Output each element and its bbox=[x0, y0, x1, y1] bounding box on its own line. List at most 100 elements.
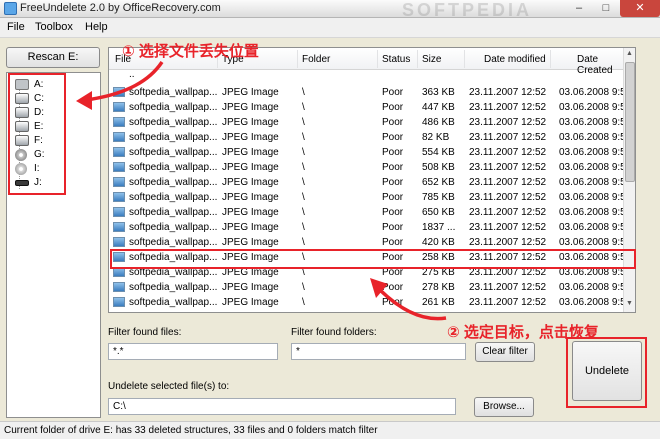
filter-files-input[interactable]: *.* bbox=[108, 343, 278, 360]
cell-folder: \ bbox=[302, 87, 305, 98]
browse-button[interactable]: Browse... bbox=[474, 397, 534, 417]
undelete-to-label: Undelete selected file(s) to: bbox=[108, 381, 230, 392]
undelete-button[interactable]: Undelete bbox=[572, 341, 642, 401]
cell-size: 652 KB bbox=[422, 177, 455, 188]
cell-name: softpedia_wallpap... bbox=[129, 132, 218, 143]
cell-type: JPEG Image bbox=[222, 297, 279, 308]
table-row[interactable]: softpedia_wallpap... JPEG Image \ Poor 261 K… bbox=[109, 296, 631, 311]
cell-size: 486 KB bbox=[422, 117, 455, 128]
cell-type: JPEG Image bbox=[222, 87, 279, 98]
scroll-down-arrow-icon[interactable]: ▼ bbox=[626, 300, 633, 307]
column-separator bbox=[464, 50, 465, 68]
undelete-destination-input[interactable]: C:\ bbox=[108, 398, 456, 415]
maximize-button[interactable]: □ bbox=[593, 0, 619, 17]
cell-modified: 23.11.2007 12:52 bbox=[469, 237, 547, 248]
table-row[interactable]: softpedia_wallpap... JPEG Image \ Poor 650 K… bbox=[109, 206, 631, 221]
cell-status: Poor bbox=[382, 222, 404, 233]
column-status[interactable]: Status bbox=[382, 54, 410, 65]
cell-created: 03.06.2008 9:54 bbox=[559, 117, 632, 128]
cell-type: JPEG Image bbox=[222, 162, 279, 173]
menu-toolbox[interactable]: Toolbox bbox=[35, 21, 73, 33]
cell-type: JPEG Image bbox=[222, 237, 279, 248]
filter-folders-input[interactable]: * bbox=[291, 343, 466, 360]
column-folder[interactable]: Folder bbox=[302, 54, 330, 65]
image-file-icon bbox=[113, 297, 125, 307]
cell-size: 785 KB bbox=[422, 192, 455, 203]
cell-folder: \ bbox=[302, 102, 305, 113]
cell-modified: 23.11.2007 12:52 bbox=[469, 297, 547, 308]
cell-name: softpedia_wallpap... bbox=[129, 207, 218, 218]
cell-name: softpedia_wallpap... bbox=[129, 147, 218, 158]
cell-name: softpedia_wallpap... bbox=[129, 297, 218, 308]
cell-created: 03.06.2008 9:54 bbox=[559, 177, 632, 188]
cell-status: Poor bbox=[382, 237, 404, 248]
image-file-icon bbox=[113, 117, 125, 127]
parent-folder-label: .. bbox=[129, 69, 135, 80]
cell-size: 508 KB bbox=[422, 162, 455, 173]
vertical-scrollbar[interactable]: ▲ ▼ bbox=[623, 48, 635, 312]
table-row[interactable]: softpedia_wallpap... JPEG Image \ Poor 486 K… bbox=[109, 116, 631, 131]
cell-type: JPEG Image bbox=[222, 102, 279, 113]
filter-folders-label: Filter found folders: bbox=[291, 327, 377, 338]
cell-type: JPEG Image bbox=[222, 282, 279, 293]
cell-created: 03.06.2008 9:54 bbox=[559, 192, 632, 203]
column-size[interactable]: Size bbox=[422, 54, 441, 65]
cell-created: 03.06.2008 9:54 bbox=[559, 87, 632, 98]
cell-modified: 23.11.2007 12:52 bbox=[469, 87, 547, 98]
scroll-up-arrow-icon[interactable]: ▲ bbox=[626, 50, 633, 57]
cell-name: softpedia_wallpap... bbox=[129, 87, 218, 98]
close-button[interactable]: ✕ bbox=[620, 0, 660, 17]
scrollbar-thumb[interactable] bbox=[625, 62, 635, 182]
cell-created: 03.06.2008 9:54 bbox=[559, 297, 632, 308]
cell-created: 03.06.2008 9:54 bbox=[559, 147, 632, 158]
cell-folder: \ bbox=[302, 297, 305, 308]
table-row[interactable]: softpedia_wallpap... JPEG Image \ Poor 363 K… bbox=[109, 86, 631, 101]
cell-name: softpedia_wallpap... bbox=[129, 177, 218, 188]
clear-filter-button[interactable]: Clear filter bbox=[475, 342, 535, 362]
cell-size: 363 KB bbox=[422, 87, 455, 98]
column-date-modified[interactable]: Date modified bbox=[484, 54, 546, 65]
cell-type: JPEG Image bbox=[222, 222, 279, 233]
cell-size: 1837 ... bbox=[422, 222, 456, 233]
image-file-icon bbox=[113, 282, 125, 292]
column-separator bbox=[377, 50, 378, 68]
cell-name: softpedia_wallpap... bbox=[129, 162, 218, 173]
minimize-button[interactable]: – bbox=[566, 0, 592, 17]
table-row[interactable]: softpedia_wallpap... JPEG Image \ Poor 278 K… bbox=[109, 281, 631, 296]
image-file-icon bbox=[113, 162, 125, 172]
cell-created: 03.06.2008 9:54 bbox=[559, 102, 632, 113]
cell-modified: 23.11.2007 12:52 bbox=[469, 147, 547, 158]
cell-created: 03.06.2008 9:54 bbox=[559, 237, 632, 248]
cell-folder: \ bbox=[302, 147, 305, 158]
menu-help[interactable]: Help bbox=[85, 21, 108, 33]
cell-folder: \ bbox=[302, 222, 305, 233]
table-row[interactable]: softpedia_wallpap... JPEG Image \ Poor 508 K… bbox=[109, 161, 631, 176]
cell-size: 278 KB bbox=[422, 282, 455, 293]
image-file-icon bbox=[113, 207, 125, 217]
cell-modified: 23.11.2007 12:52 bbox=[469, 102, 547, 113]
cell-name: softpedia_wallpap... bbox=[129, 117, 218, 128]
cell-type: JPEG Image bbox=[222, 117, 279, 128]
cell-modified: 23.11.2007 12:52 bbox=[469, 207, 547, 218]
cell-created: 03.06.2008 9:54 bbox=[559, 132, 632, 143]
cell-modified: 23.11.2007 12:52 bbox=[469, 177, 547, 188]
menu-file[interactable]: File bbox=[7, 21, 25, 33]
cell-modified: 23.11.2007 12:52 bbox=[469, 162, 547, 173]
rescan-button[interactable]: Rescan E: bbox=[6, 47, 100, 68]
cell-size: 554 KB bbox=[422, 147, 455, 158]
cell-modified: 23.11.2007 12:52 bbox=[469, 192, 547, 203]
table-row[interactable]: softpedia_wallpap... JPEG Image \ Poor 1837 … bbox=[109, 221, 631, 236]
table-row[interactable]: softpedia_wallpap... JPEG Image \ Poor 447 K… bbox=[109, 101, 631, 116]
cell-type: JPEG Image bbox=[222, 147, 279, 158]
parent-folder-row[interactable]: .. bbox=[109, 69, 625, 87]
table-row[interactable]: softpedia_wallpap... JPEG Image \ Poor 554 K… bbox=[109, 146, 631, 161]
table-row[interactable]: softpedia_wallpap... JPEG Image \ Poor 652 K… bbox=[109, 176, 631, 191]
column-separator bbox=[297, 50, 298, 68]
cell-name: softpedia_wallpap... bbox=[129, 102, 218, 113]
table-row[interactable]: softpedia_wallpap... JPEG Image \ Poor 785 K… bbox=[109, 191, 631, 206]
cell-status: Poor bbox=[382, 147, 404, 158]
cell-size: 447 KB bbox=[422, 102, 455, 113]
table-row[interactable]: softpedia_wallpap... JPEG Image \ Poor 82 KB… bbox=[109, 131, 631, 146]
file-list[interactable]: File Type Folder Status Size Date modifi… bbox=[108, 47, 636, 313]
cell-status: Poor bbox=[382, 282, 404, 293]
